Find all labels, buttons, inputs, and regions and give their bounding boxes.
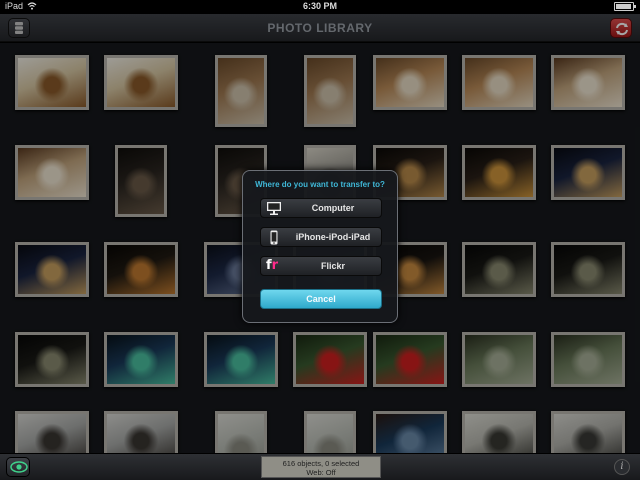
- monitor-icon: [267, 202, 281, 215]
- photo-thumbnail[interactable]: [215, 411, 267, 453]
- photo-image: [465, 148, 533, 197]
- photo-image: [18, 58, 86, 107]
- cancel-button[interactable]: Cancel: [260, 289, 382, 309]
- dialog-prompt: Where do you want to transfer to?: [255, 180, 385, 189]
- photo-image: [554, 245, 622, 294]
- photo-thumbnail[interactable]: [104, 242, 178, 297]
- photo-thumbnail[interactable]: [15, 242, 89, 297]
- battery-icon: [614, 2, 636, 11]
- photo-thumbnail[interactable]: [462, 145, 536, 200]
- photo-image: [18, 414, 86, 453]
- photo-image: [107, 335, 175, 384]
- status-bar: iPad 6:30 PM: [0, 0, 640, 14]
- photo-image: [554, 58, 622, 107]
- photo-thumbnail[interactable]: [462, 332, 536, 387]
- photo-image: [107, 414, 175, 453]
- info-icon: i: [620, 461, 624, 472]
- refresh-button[interactable]: [610, 18, 632, 38]
- photo-thumbnail[interactable]: [462, 411, 536, 453]
- photo-image: [465, 245, 533, 294]
- photo-image: [554, 335, 622, 384]
- photo-image: [465, 414, 533, 453]
- photo-image: [18, 245, 86, 294]
- photo-thumbnail[interactable]: [373, 332, 447, 387]
- flickr-label: Flickr: [320, 261, 345, 271]
- photo-thumbnail[interactable]: [215, 55, 267, 127]
- photo-image: [554, 148, 622, 197]
- web-status: Web: Off: [306, 468, 336, 477]
- iphone-icon: [270, 230, 278, 245]
- photo-thumbnail[interactable]: [551, 411, 625, 453]
- refresh-icon: [616, 22, 628, 36]
- photo-image: [465, 335, 533, 384]
- photo-image: [107, 58, 175, 107]
- photo-image: [118, 148, 164, 214]
- view-button[interactable]: [6, 457, 30, 477]
- photo-thumbnail[interactable]: [304, 55, 356, 127]
- photo-image: [465, 58, 533, 107]
- bottom-toolbar: 616 objects, 0 selected Web: Off i: [0, 453, 640, 480]
- computer-label: Computer: [311, 203, 355, 213]
- photo-thumbnail[interactable]: [104, 55, 178, 110]
- photo-thumbnail[interactable]: [204, 332, 278, 387]
- photo-thumbnail[interactable]: [15, 55, 89, 110]
- clock: 6:30 PM: [302, 1, 337, 11]
- photo-thumbnail[interactable]: [551, 55, 625, 110]
- photo-thumbnail[interactable]: [104, 332, 178, 387]
- photo-thumbnail[interactable]: [551, 242, 625, 297]
- flickr-button[interactable]: fr Flickr: [260, 256, 382, 276]
- photo-thumbnail[interactable]: [304, 411, 356, 453]
- iphone-ipod-ipad-button[interactable]: iPhone-iPod-iPad: [260, 227, 382, 247]
- iphone-label: iPhone-iPod-iPad: [295, 232, 371, 242]
- photo-thumbnail[interactable]: [115, 145, 167, 217]
- photo-image: [218, 414, 264, 453]
- photo-image: [18, 148, 86, 197]
- photo-thumbnail[interactable]: [293, 332, 367, 387]
- photo-thumbnail[interactable]: [462, 55, 536, 110]
- photo-image: [18, 335, 86, 384]
- photo-thumbnail[interactable]: [551, 145, 625, 200]
- photo-image: [218, 58, 264, 124]
- photo-thumbnail[interactable]: [15, 332, 89, 387]
- photo-thumbnail[interactable]: [104, 411, 178, 453]
- photo-image: [307, 58, 353, 124]
- photo-image: [554, 414, 622, 453]
- flickr-icon: fr: [266, 258, 279, 273]
- object-count: 616 objects, 0 selected: [282, 459, 360, 468]
- nav-bar: PHOTO LIBRARY: [0, 14, 640, 42]
- info-button[interactable]: i: [614, 459, 630, 475]
- photo-image: [207, 335, 275, 384]
- photo-image: [296, 335, 364, 384]
- photo-image: [376, 58, 444, 107]
- photo-thumbnail[interactable]: [462, 242, 536, 297]
- eye-icon: [10, 461, 28, 473]
- photo-image: [376, 414, 444, 453]
- photo-image: [376, 335, 444, 384]
- computer-button[interactable]: Computer: [260, 198, 382, 218]
- photo-thumbnail[interactable]: [373, 55, 447, 110]
- photo-thumbnail[interactable]: [551, 332, 625, 387]
- photo-thumbnail[interactable]: [15, 145, 89, 200]
- page-title: PHOTO LIBRARY: [267, 21, 373, 35]
- transfer-dialog: Where do you want to transfer to? Comput…: [242, 170, 398, 323]
- photo-thumbnail[interactable]: [15, 411, 89, 453]
- photo-thumbnail[interactable]: [373, 411, 447, 453]
- photo-image: [107, 245, 175, 294]
- photo-image: [307, 414, 353, 453]
- selection-status: 616 objects, 0 selected Web: Off: [261, 456, 381, 478]
